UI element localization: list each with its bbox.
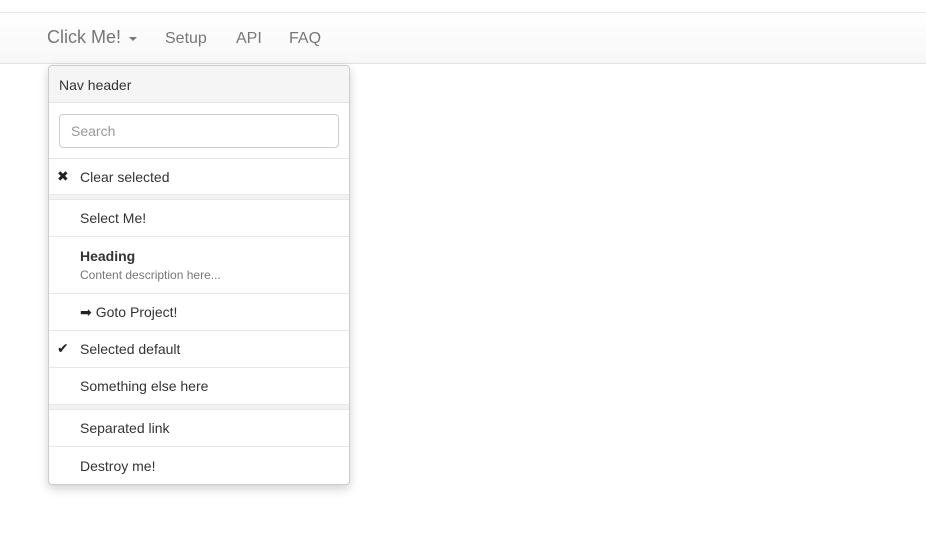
select-me-item[interactable]: Select Me! (49, 200, 349, 237)
arrow-right-icon: ➡ (80, 303, 92, 320)
check-icon: ✔ (57, 340, 69, 357)
goto-project-label: Goto Project! (95, 304, 178, 320)
caret-down-icon (129, 36, 138, 41)
nav-link-api[interactable]: API (236, 30, 262, 48)
dropdown-search-container (49, 103, 349, 159)
clear-selected-label: Clear selected (80, 168, 170, 185)
heading-item-title: Heading (80, 248, 136, 264)
destroy-me-label: Destroy me! (80, 457, 156, 474)
heading-item-description: Content description here... (80, 268, 221, 282)
navbar: Click Me! Setup API FAQ (0, 12, 926, 64)
separated-link-label: Separated link (80, 420, 170, 436)
heading-item[interactable]: Heading Content description here... (49, 237, 349, 294)
dropdown-menu: Nav header ✖ Clear selected Select Me! H… (48, 65, 350, 485)
something-else-label: Something else here (80, 378, 209, 394)
something-else-item[interactable]: Something else here (49, 368, 349, 405)
times-icon: ✖ (57, 167, 69, 184)
dropdown-toggle-label: Click Me! (47, 27, 122, 47)
dropdown-search-input[interactable] (59, 114, 339, 148)
clear-selected-item[interactable]: ✖ Clear selected (49, 159, 349, 195)
selected-default-item[interactable]: ✔ Selected default (49, 331, 349, 368)
nav-link-setup[interactable]: Setup (165, 30, 207, 48)
select-me-label: Select Me! (80, 210, 147, 226)
destroy-me-item[interactable]: Destroy me! (49, 447, 349, 484)
dropdown-header: Nav header (49, 66, 349, 103)
nav-link-faq[interactable]: FAQ (289, 30, 321, 48)
goto-project-item[interactable]: ➡ Goto Project! (49, 294, 349, 331)
click-me-dropdown-toggle[interactable]: Click Me! (47, 27, 138, 48)
selected-default-label: Selected default (80, 341, 181, 357)
separated-link-item[interactable]: Separated link (49, 410, 349, 447)
